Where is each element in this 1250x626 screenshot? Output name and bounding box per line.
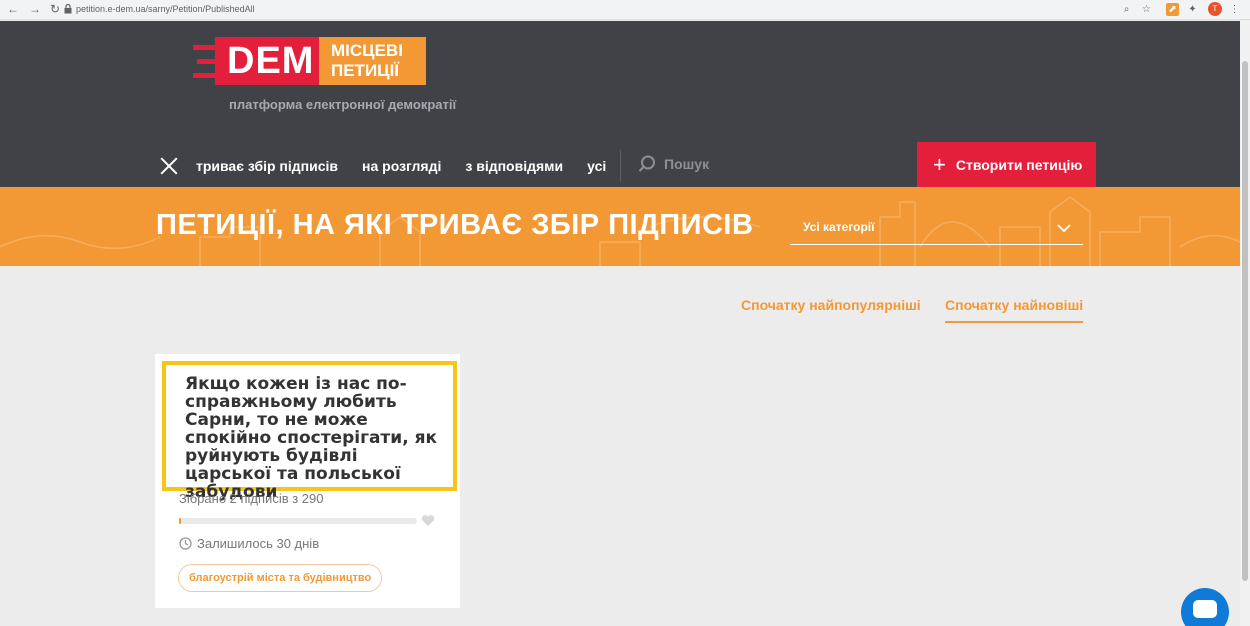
signatures-count: Зібрано 2 підписів з 290 <box>179 491 324 506</box>
puzzle-icon[interactable]: ✦ <box>1186 3 1199 16</box>
create-petition-label: Створити петицію <box>955 156 1083 173</box>
sort-popular-tab[interactable]: Спочатку найпопулярніші <box>741 297 921 313</box>
clock-icon <box>179 537 192 550</box>
menu-item-review[interactable]: на розгляді <box>362 158 441 174</box>
petition-card[interactable]: Якщо кожен із нас по-справжньому любить … <box>155 354 460 608</box>
profile-avatar[interactable]: T <box>1208 2 1222 16</box>
category-select-value: Усі категорії <box>803 220 875 234</box>
reload-icon[interactable]: ↻ <box>48 2 62 16</box>
scrollbar[interactable] <box>1240 21 1250 626</box>
lock-icon <box>64 4 72 14</box>
scrollbar-thumb[interactable] <box>1242 61 1248 581</box>
chat-widget-button[interactable] <box>1181 588 1229 626</box>
logo-dem: DEM <box>215 37 319 85</box>
days-left: Залишилось 30 днів <box>179 536 319 551</box>
signatures-progress-bar <box>179 518 417 524</box>
page-title: ПЕТИЦІЇ, НА ЯКІ ТРИВАЄ ЗБІР ПІДПИСІВ <box>156 209 754 241</box>
sort-newest-tab[interactable]: Спочатку найновіші <box>945 297 1084 323</box>
petition-title[interactable]: Якщо кожен із нас по-справжньому любить … <box>185 375 445 501</box>
petition-title-highlight[interactable]: Якщо кожен із нас по-справжньому любить … <box>162 361 457 501</box>
plus-icon: + <box>933 151 946 177</box>
main-menu: триває збір підписів на розгляді з відпо… <box>160 148 630 184</box>
address-bar[interactable]: petition.e-dem.ua/sarny/Petition/Publish… <box>76 3 255 16</box>
menu-divider <box>620 150 621 182</box>
bookmark-star-icon[interactable]: ☆ <box>1140 3 1153 16</box>
logo-line1: МІСЦЕВІ <box>331 41 403 60</box>
heart-icon[interactable] <box>421 514 435 527</box>
logo-title: МІСЦЕВІ ПЕТИЦІЇ <box>319 37 426 85</box>
category-select[interactable]: Усі категорії <box>790 217 1083 245</box>
search-placeholder: Пошук <box>664 156 710 172</box>
browser-toolbar: ← → ↻ petition.e-dem.ua/sarny/Petition/P… <box>0 0 1250 20</box>
chat-bubble-icon <box>1193 600 1217 618</box>
chevron-down-icon <box>1057 224 1071 233</box>
progress-fill <box>179 518 181 524</box>
logo-line2: ПЕТИЦІЇ <box>331 61 399 80</box>
days-left-text: Залишилось 30 днів <box>197 536 320 551</box>
site-tagline: платформа електронної демократії <box>229 97 457 112</box>
more-menu-icon[interactable]: ⋮ <box>1228 3 1241 16</box>
create-petition-button[interactable]: + Створити петицію <box>917 142 1096 187</box>
menu-item-collecting[interactable]: триває збір підписів <box>196 158 338 174</box>
menu-item-all[interactable]: усі <box>587 158 606 174</box>
back-icon[interactable]: ← <box>6 2 20 16</box>
zoom-icon[interactable]: ⌕ <box>1120 3 1133 16</box>
search-field[interactable]: Пошук <box>638 155 709 173</box>
category-tag[interactable]: благоустрій міста та будівництво <box>178 564 383 592</box>
search-icon <box>638 155 655 172</box>
forward-icon[interactable]: → <box>28 2 42 16</box>
extension-icon[interactable]: ⬈ <box>1166 3 1179 16</box>
page-banner: ПЕТИЦІЇ, НА ЯКІ ТРИВАЄ ЗБІР ПІДПИСІВ Усі… <box>0 187 1240 266</box>
close-icon[interactable] <box>160 157 178 175</box>
menu-item-answered[interactable]: з відповідями <box>465 158 563 174</box>
